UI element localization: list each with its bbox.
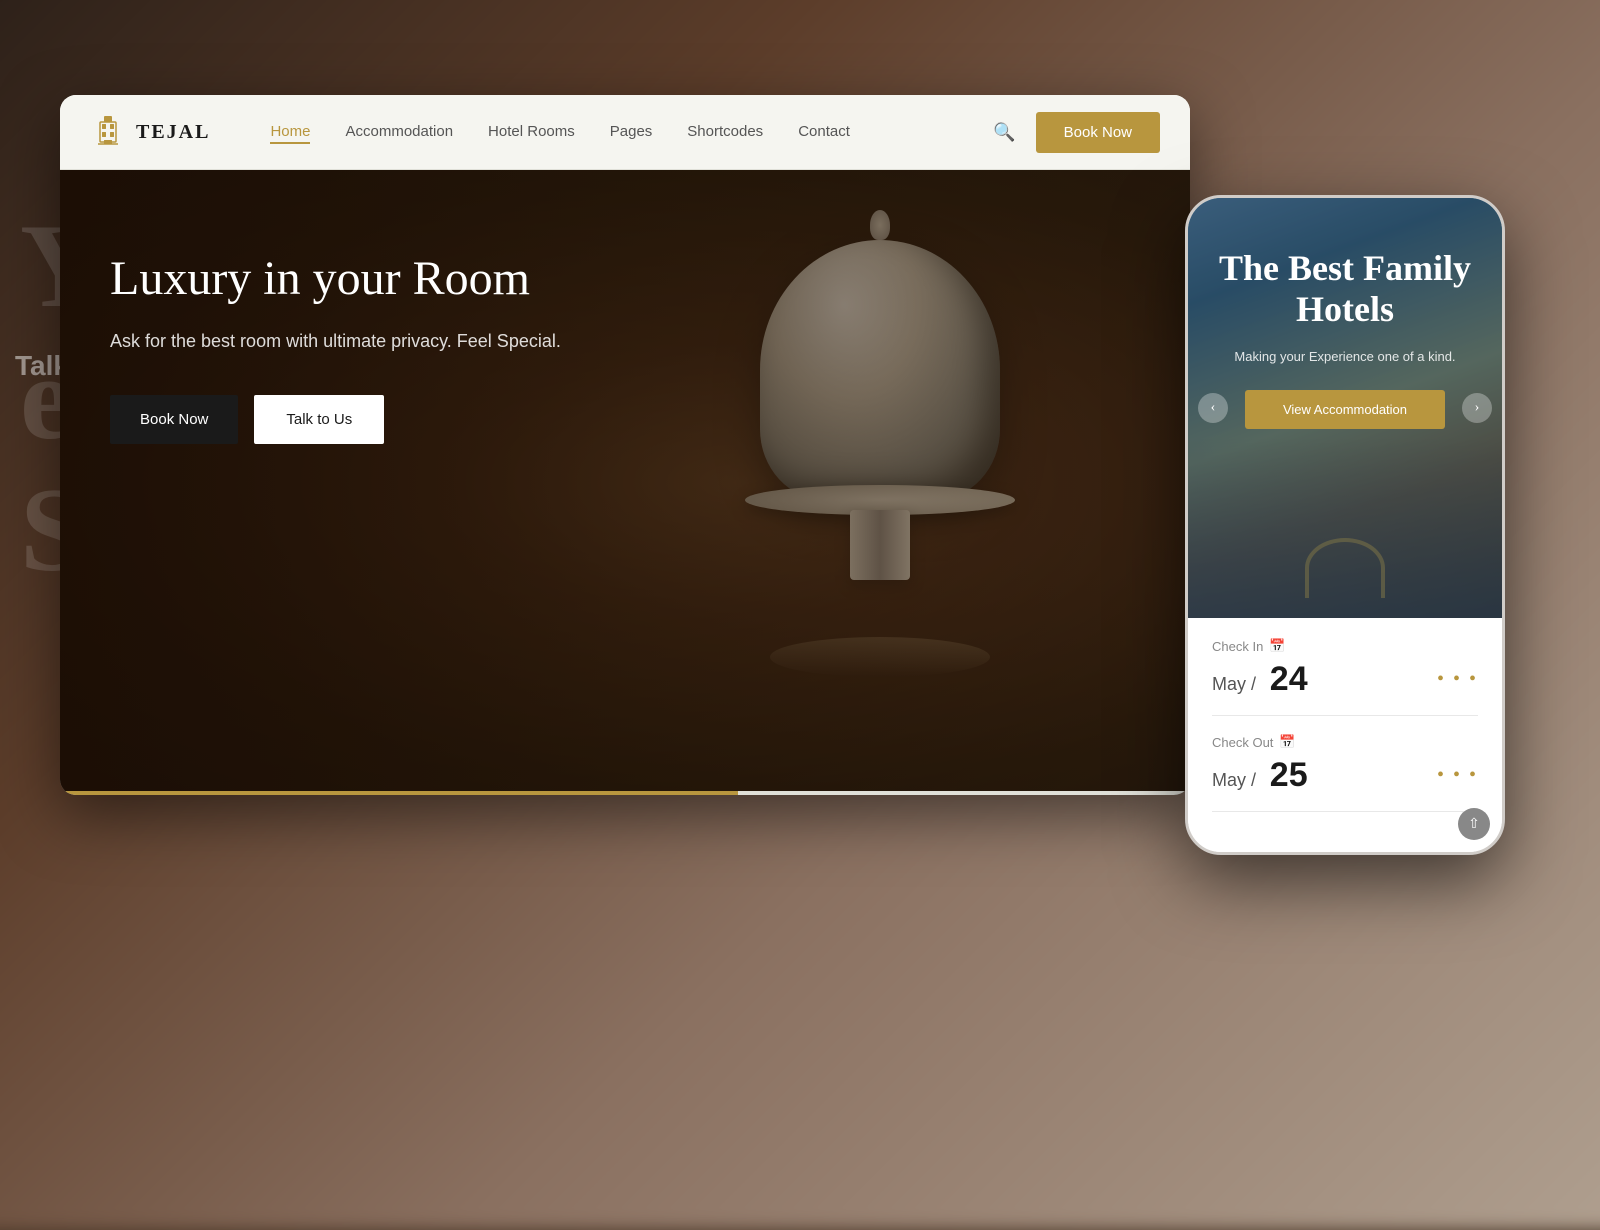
mobile-hero-content: The Best Family Hotels Making your Exper…	[1188, 248, 1502, 429]
mobile-device: ‹ › The Best Family Hotels Making your E…	[1185, 195, 1505, 855]
nav-link-pages[interactable]: Pages	[610, 123, 653, 140]
check-in-dots[interactable]: • • •	[1437, 668, 1478, 691]
hero-subtitle: Ask for the best room with ultimate priv…	[110, 328, 561, 355]
nav-link-hotel-rooms[interactable]: Hotel Rooms	[488, 123, 575, 140]
check-out-date: May / 25 • • •	[1212, 756, 1478, 795]
nav-links: Home Accommodation Hotel Rooms Pages Sho…	[270, 123, 993, 141]
hero-title: Luxury in your Room	[110, 250, 561, 308]
mobile-view-accommodation-button[interactable]: View Accommodation	[1245, 390, 1445, 429]
logo-text: TEJAL	[136, 121, 210, 144]
nav-link-shortcodes[interactable]: Shortcodes	[687, 123, 763, 140]
nav-book-now-button[interactable]: Book Now	[1036, 112, 1160, 153]
check-in-month: May /	[1212, 674, 1256, 694]
hero-content: Luxury in your Room Ask for the best roo…	[110, 250, 561, 444]
progress-fill	[60, 791, 738, 795]
nav-item-shortcodes[interactable]: Shortcodes	[687, 123, 763, 141]
check-out-label: Check Out 📅	[1212, 734, 1478, 750]
check-out-calendar-icon: 📅	[1279, 734, 1295, 750]
logo: TEJAL	[90, 114, 210, 150]
hero-buttons: Book Now Talk to Us	[110, 395, 561, 444]
nav-item-home[interactable]: Home	[270, 123, 310, 141]
check-in-calendar-icon: 📅	[1269, 638, 1285, 654]
nav-item-hotel-rooms[interactable]: Hotel Rooms	[488, 123, 575, 141]
carousel-arrow-right[interactable]: ›	[1462, 393, 1492, 423]
nav-item-contact[interactable]: Contact	[798, 123, 850, 141]
check-in-label-text: Check In	[1212, 639, 1263, 654]
check-out-label-text: Check Out	[1212, 735, 1273, 750]
check-out-dots[interactable]: • • •	[1437, 764, 1478, 787]
progress-bar	[60, 791, 1190, 795]
hero-book-now-button[interactable]: Book Now	[110, 395, 238, 444]
nav-item-pages[interactable]: Pages	[610, 123, 653, 141]
nav-link-accommodation[interactable]: Accommodation	[345, 123, 453, 140]
nav-right: 🔍 Book Now	[993, 112, 1160, 153]
nav-link-contact[interactable]: Contact	[798, 123, 850, 140]
booking-panel: Check In 📅 May / 24 • • • Check Out 📅 Ma…	[1188, 618, 1502, 855]
desktop-window: TEJAL Home Accommodation Hotel Rooms Pag…	[60, 95, 1190, 795]
carousel-arrow-left[interactable]: ‹	[1198, 393, 1228, 423]
navbar: TEJAL Home Accommodation Hotel Rooms Pag…	[60, 95, 1190, 170]
check-in-field: Check In 📅 May / 24 • • •	[1212, 638, 1478, 716]
mobile-hero-title: The Best Family Hotels	[1208, 248, 1482, 331]
search-icon[interactable]: 🔍	[993, 122, 1015, 143]
hero-talk-button[interactable]: Talk to Us	[254, 395, 384, 444]
check-in-label: Check In 📅	[1212, 638, 1478, 654]
check-in-date-value: May / 24	[1212, 660, 1308, 699]
scroll-up-button[interactable]: ⇧	[1458, 808, 1490, 840]
check-out-field: Check Out 📅 May / 25 • • •	[1212, 734, 1478, 812]
nav-link-home[interactable]: Home	[270, 123, 310, 144]
hero-section: Luxury in your Room Ask for the best roo…	[60, 170, 1190, 795]
nav-item-accommodation[interactable]: Accommodation	[345, 123, 453, 141]
check-out-date-value: May / 25	[1212, 756, 1308, 795]
check-out-day: 25	[1270, 756, 1308, 794]
check-in-day: 24	[1270, 660, 1308, 698]
check-out-month: May /	[1212, 770, 1256, 790]
logo-building-icon	[90, 114, 126, 150]
check-in-date: May / 24 • • •	[1212, 660, 1478, 699]
mobile-hero-section: ‹ › The Best Family Hotels Making your E…	[1188, 198, 1502, 618]
mobile-hero-subtitle: Making your Experience one of a kind.	[1208, 347, 1482, 367]
